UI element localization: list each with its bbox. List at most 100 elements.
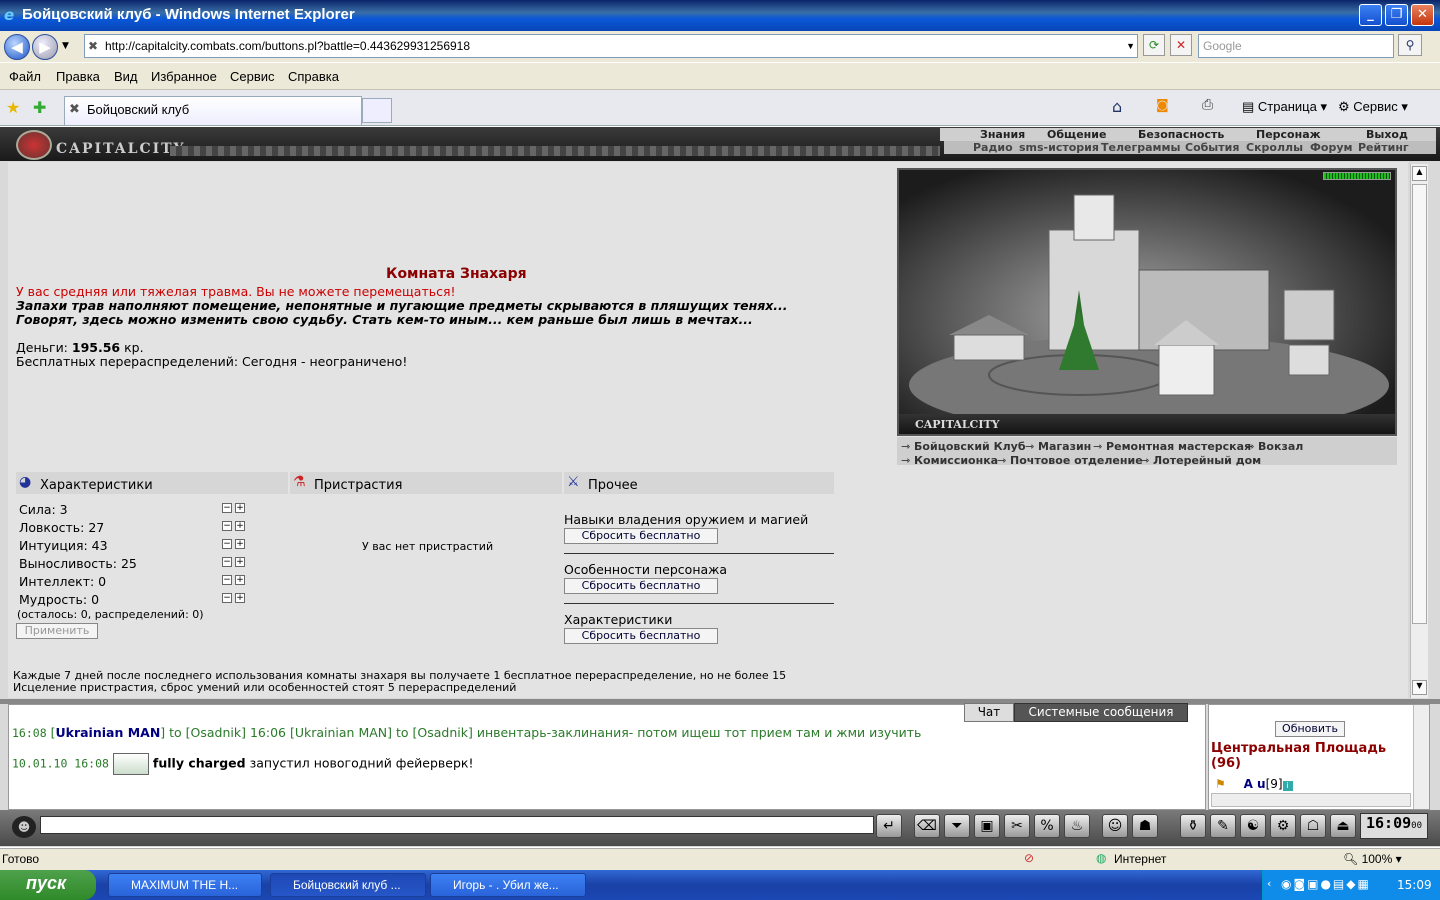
scroll-down-icon[interactable]: ▼ <box>1412 680 1427 695</box>
magic-icon[interactable]: ♨ <box>1064 814 1090 838</box>
forward-button[interactable]: ▶ <box>32 34 58 60</box>
popup-blocked-icon[interactable]: ⊘ <box>1024 851 1034 865</box>
page-scrollbar[interactable]: ▲ ▼ <box>1410 164 1428 698</box>
apply-button[interactable]: Применить <box>16 623 98 639</box>
nav-communication[interactable]: Общение <box>1047 128 1106 141</box>
stop-icon[interactable]: ✕ <box>1170 34 1192 56</box>
minus-icon[interactable]: − <box>222 503 232 513</box>
scroll-thumb[interactable] <box>1412 184 1427 624</box>
inventory-icon[interactable]: ⚱ <box>1180 814 1206 838</box>
address-dropdown-icon[interactable]: ▼ <box>1126 35 1135 57</box>
online-user[interactable]: ⚑ A u[9] i <box>1215 777 1293 791</box>
refresh-icon[interactable]: ⟳ <box>1143 34 1165 56</box>
tab-system-messages[interactable]: Системные сообщения <box>1014 703 1188 722</box>
task-winamp[interactable]: MAXIMUM THE H... <box>108 873 262 897</box>
menu-help[interactable]: Справка <box>288 69 339 84</box>
plus-icon[interactable]: + <box>235 575 245 585</box>
settings-icon[interactable]: ⚙ <box>1270 814 1296 838</box>
scroll-up-icon[interactable]: ▲ <box>1412 166 1427 181</box>
search-input[interactable]: Google <box>1198 34 1394 58</box>
percent-icon[interactable]: % <box>1034 814 1060 838</box>
fight-icon[interactable]: ✂ <box>1004 814 1030 838</box>
minimize-button[interactable]: _ <box>1359 4 1382 26</box>
loc-station[interactable]: ⇾ Вокзал <box>1245 440 1303 453</box>
tab-chat[interactable]: Чат <box>964 703 1014 722</box>
minus-icon[interactable]: − <box>222 575 232 585</box>
print-icon[interactable]: ⎙ <box>1202 97 1213 113</box>
nav-telegrams[interactable]: Телеграммы <box>1101 141 1180 154</box>
plus-icon[interactable]: + <box>235 503 245 513</box>
loc-shop[interactable]: ⇾ Магазин <box>1025 440 1091 453</box>
menu-favorites[interactable]: Избранное <box>151 69 217 84</box>
plus-icon[interactable]: + <box>235 539 245 549</box>
back-button[interactable]: ◀ <box>4 34 30 60</box>
minus-icon[interactable]: − <box>222 557 232 567</box>
online-hscrollbar[interactable] <box>1211 793 1411 807</box>
new-tab-button[interactable] <box>362 98 392 123</box>
tray-icons[interactable]: ◉◙▣●▤◆▦ <box>1281 877 1371 891</box>
exit-icon[interactable]: ⏏ <box>1330 814 1356 838</box>
online-user-name[interactable]: A u <box>1244 777 1266 791</box>
maximize-button[interactable]: ❐ <box>1385 4 1408 26</box>
plus-icon[interactable]: + <box>235 593 245 603</box>
smile-menu-icon[interactable]: ☻ <box>12 816 36 838</box>
loc-consignment[interactable]: ⇾ Комиссионка <box>901 454 998 467</box>
menu-view[interactable]: Вид <box>114 69 138 84</box>
tools-menu[interactable]: ⚙ Сервис ▾ <box>1338 99 1408 115</box>
task-folder[interactable]: Игорь - . Убил же... <box>430 873 586 897</box>
refresh-button[interactable]: Обновить <box>1275 721 1345 737</box>
loc-lottery[interactable]: ⇾ Лотерейный дом <box>1140 454 1261 467</box>
chat-line-2-name[interactable]: fully charged <box>153 756 246 771</box>
nav-scrolls[interactable]: Скроллы <box>1246 141 1303 154</box>
guild-icon[interactable]: ☯ <box>1240 814 1266 838</box>
nav-events[interactable]: События <box>1185 141 1239 154</box>
city-map-image[interactable]: CAPITALCITY <box>897 168 1397 436</box>
reset-stats-button[interactable]: Сбросить бесплатно <box>564 628 718 644</box>
feeds-icon[interactable]: ◙ <box>1156 98 1169 113</box>
menu-tools[interactable]: Сервис <box>230 69 275 84</box>
plus-icon[interactable]: + <box>235 557 245 567</box>
group-icon[interactable]: ☗ <box>1132 814 1158 838</box>
nav-radio[interactable]: Радио <box>973 141 1013 154</box>
start-button[interactable]: пуск <box>0 870 96 900</box>
nav-knowledge[interactable]: Знания <box>980 128 1025 141</box>
task-ie[interactable]: Бойцовский клуб ... <box>270 873 426 897</box>
friends-icon[interactable]: ☖ <box>1300 814 1326 838</box>
loc-post[interactable]: ⇾ Почтовое отделение <box>997 454 1143 467</box>
plus-icon[interactable]: + <box>235 521 245 531</box>
history-dropdown-icon[interactable]: ▼ <box>62 41 69 51</box>
eraser-icon[interactable]: ⌫ <box>914 814 940 838</box>
add-favorite-icon[interactable]: ✚ <box>33 98 46 117</box>
info-icon[interactable]: i <box>1282 781 1293 791</box>
address-input[interactable]: ✖ http://capitalcity.combats.com/buttons… <box>84 34 1138 58</box>
tab-active[interactable]: ✖ Бойцовский клуб <box>64 96 362 125</box>
search-icon[interactable]: ⚲ <box>1398 34 1422 56</box>
nav-sms-history[interactable]: sms-история <box>1019 141 1099 154</box>
zoom-control[interactable]: 🔍︎ 100% ▾ <box>1343 852 1402 866</box>
home-icon[interactable]: ⌂ <box>1112 97 1122 116</box>
nav-exit[interactable]: Выход <box>1366 128 1408 141</box>
minus-icon[interactable]: − <box>222 521 232 531</box>
nav-character[interactable]: Персонаж <box>1256 128 1321 141</box>
minus-icon[interactable]: − <box>222 539 232 549</box>
close-button[interactable]: ✕ <box>1411 4 1434 26</box>
reset-skills-button[interactable]: Сбросить бесплатно <box>564 528 718 544</box>
chat-line-1-sender[interactable]: Ukrainian MAN <box>55 725 160 740</box>
book-icon[interactable]: ▣ <box>974 814 1000 838</box>
nav-forum[interactable]: Форум <box>1310 141 1353 154</box>
minus-icon[interactable]: − <box>222 593 232 603</box>
smiley-icon[interactable]: ☺ <box>1102 814 1128 838</box>
chat-input[interactable] <box>40 816 874 834</box>
loc-repair[interactable]: ⇾ Ремонтная мастерская <box>1093 440 1251 453</box>
menu-file[interactable]: Файл <box>9 69 41 84</box>
loc-fight-club[interactable]: ⇾ Бойцовский Клуб <box>901 440 1026 453</box>
menu-edit[interactable]: Правка <box>56 69 100 84</box>
nav-rating[interactable]: Рейтинг <box>1358 141 1409 154</box>
favorites-star-icon[interactable]: ★ <box>6 98 20 117</box>
online-scrollbar[interactable] <box>1413 705 1429 809</box>
nav-security[interactable]: Безопасность <box>1138 128 1224 141</box>
quest-icon[interactable]: ✎ <box>1210 814 1236 838</box>
tray-expand-icon[interactable]: ‹ <box>1267 877 1271 890</box>
page-menu[interactable]: ▤ Страница ▾ <box>1242 99 1327 115</box>
send-icon[interactable]: ↵ <box>876 814 902 838</box>
